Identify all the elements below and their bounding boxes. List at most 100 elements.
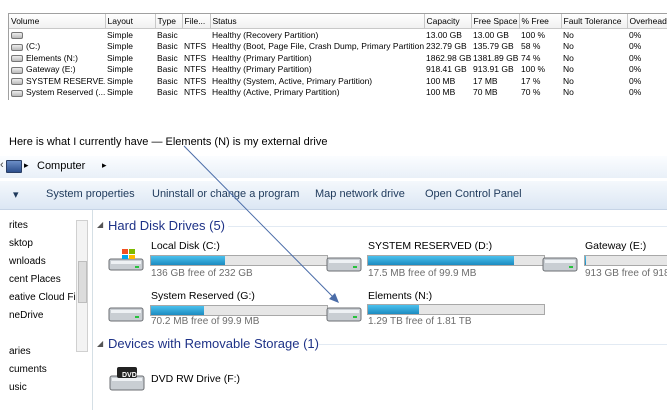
scroll-thumb[interactable]: [78, 261, 87, 303]
table-cell: Healthy (Recovery Partition): [212, 29, 319, 40]
computer-icon: [6, 160, 22, 173]
table-cell: 70 %: [521, 87, 541, 98]
collapse-removable-icon[interactable]: ◢: [97, 339, 103, 348]
nav-item-libraries[interactable]: aries: [9, 346, 31, 357]
column-header[interactable]: Volume: [9, 14, 106, 29]
table-cell: Healthy (Active, Primary Partition): [212, 87, 340, 98]
nav-item-documents[interactable]: cuments: [9, 364, 47, 375]
volume-icon: [11, 89, 23, 97]
usage-bar: [367, 255, 545, 266]
volume-name: (C:): [26, 41, 41, 52]
breadcrumb-arrow-icon[interactable]: ▸: [102, 160, 107, 171]
nav-item-music[interactable]: usic: [9, 382, 27, 393]
column-header[interactable]: Overhead: [627, 14, 667, 29]
table-row[interactable]: (C:) Simple Basic NTFS Healthy (Boot, Page F…: [9, 41, 667, 53]
table-cell: Simple: [107, 75, 133, 86]
table-row[interactable]: Simple Basic Healthy (Recovery Partition) 1…: [9, 29, 667, 41]
map-network-drive-button[interactable]: Map network drive: [315, 188, 405, 200]
free-space-text: 70.2 MB free of 99.9 MB: [151, 316, 260, 327]
table-cell: No: [563, 75, 574, 86]
nav-item-creative-cloud[interactable]: eative Cloud Fi: [9, 292, 76, 303]
table-cell: Healthy (Boot, Page File, Crash Dump, Pr…: [212, 41, 424, 52]
nav-item-onedrive[interactable]: neDrive: [9, 310, 43, 321]
nav-item-favorites[interactable]: rites: [9, 220, 28, 231]
free-space-text: 17.5 MB free of 99.9 MB: [368, 268, 477, 279]
table-cell: No: [563, 52, 574, 63]
column-header[interactable]: Layout: [105, 14, 156, 29]
nav-item-downloads[interactable]: wnloads: [9, 256, 46, 267]
table-cell: NTFS: [184, 75, 207, 86]
usage-bar: [150, 305, 328, 316]
drive-name: System Reserved (G:): [151, 290, 255, 302]
address-bar[interactable]: ‹ ▸ Computer ▸: [0, 156, 667, 178]
drive-name: Local Disk (C:): [151, 240, 220, 252]
table-row[interactable]: Gateway (E:) Simple Basic NTFS Healthy (Prim…: [9, 64, 667, 76]
nav-scrollbar[interactable]: [76, 220, 88, 352]
collapse-hdd-icon[interactable]: ◢: [97, 220, 103, 229]
table-cell: Simple: [107, 64, 133, 75]
column-header[interactable]: Type: [155, 14, 183, 29]
usage-bar-fill: [585, 256, 586, 265]
column-header[interactable]: Free Space: [471, 14, 520, 29]
usage-bar-fill: [151, 256, 225, 265]
column-header[interactable]: % Free: [519, 14, 562, 29]
table-cell: NTFS: [184, 41, 207, 52]
table-cell: 0%: [629, 87, 642, 98]
table-cell: 70 MB: [473, 87, 498, 98]
table-cell: System Reserved (...: [9, 87, 105, 99]
breadcrumb-computer[interactable]: Computer: [37, 160, 85, 172]
table-cell: (C:): [9, 41, 105, 53]
table-cell: Healthy (System, Active, Primary Partiti…: [212, 75, 373, 86]
table-cell: 0%: [629, 29, 642, 40]
table-cell: Simple: [107, 87, 133, 98]
table-cell: 100 MB: [426, 87, 456, 98]
windows-drive-icon: [108, 249, 144, 271]
nav-item-desktop[interactable]: sktop: [9, 238, 33, 249]
table-cell: 0%: [629, 75, 642, 86]
free-space-text: 136 GB free of 232 GB: [151, 268, 253, 279]
hard-disk-drives-heading[interactable]: Hard Disk Drives (5): [108, 218, 225, 233]
column-header[interactable]: File...: [182, 14, 211, 29]
table-cell: 100 %: [521, 29, 546, 40]
table-cell: 17 %: [521, 75, 541, 86]
volume-icon: [11, 78, 23, 85]
table-row[interactable]: System Reserved (... Simple Basic NTFS Healt…: [9, 87, 667, 99]
column-header[interactable]: Status: [210, 14, 425, 29]
removable-storage-heading[interactable]: Devices with Removable Storage (1): [108, 336, 319, 351]
command-bar: ▾ System properties Uninstall or change …: [0, 181, 667, 210]
volume-icon: [11, 32, 23, 39]
breadcrumb-arrow-icon[interactable]: ▸: [24, 160, 29, 171]
organize-dropdown-icon[interactable]: ▾: [13, 188, 19, 201]
volume-icon: [11, 43, 23, 51]
column-header[interactable]: Fault Tolerance: [561, 14, 628, 29]
usage-bar: [367, 304, 545, 315]
table-cell: 913.91 GB: [473, 64, 514, 75]
table-header-row: Volume Layout Type File... Status Capacity Fre…: [9, 14, 667, 29]
hard-drive-icon: [108, 307, 144, 322]
usage-bar-fill: [368, 256, 515, 265]
table-cell: Basic: [157, 64, 178, 75]
table-cell: 0%: [629, 41, 642, 52]
table-cell: 13.00 GB: [426, 29, 462, 40]
volume-icon: [11, 66, 23, 74]
open-control-panel-button[interactable]: Open Control Panel: [425, 188, 522, 200]
table-cell: NTFS: [184, 52, 207, 63]
table-cell: NTFS: [184, 64, 207, 75]
table-cell: 74 %: [521, 52, 541, 63]
uninstall-program-button[interactable]: Uninstall or change a program: [152, 188, 299, 200]
system-properties-button[interactable]: System properties: [46, 188, 135, 200]
volume-name: Gateway (E:): [26, 64, 76, 75]
nav-item-recent-places[interactable]: cent Places: [9, 274, 61, 285]
dvd-badge: DVD: [122, 372, 137, 379]
table-row[interactable]: SYSTEM RESERVE... Simple Basic NTFS Healthy …: [9, 75, 667, 87]
table-row[interactable]: Elements (N:) Simple Basic NTFS Healthy (Pri…: [9, 52, 667, 64]
free-space-text: 1.29 TB free of 1.81 TB: [368, 316, 472, 327]
back-chevron-icon[interactable]: ‹: [0, 159, 4, 171]
table-cell: 918.41 GB: [426, 64, 467, 75]
hard-drive-icon: [326, 307, 362, 322]
caption-text: Here is what I currently have — Elements…: [9, 136, 328, 148]
volume-name: SYSTEM RESERVE...: [26, 75, 105, 86]
column-header[interactable]: Capacity: [424, 14, 472, 29]
table-cell: 232.79 GB: [426, 41, 467, 52]
table-cell: 100 %: [521, 64, 546, 75]
